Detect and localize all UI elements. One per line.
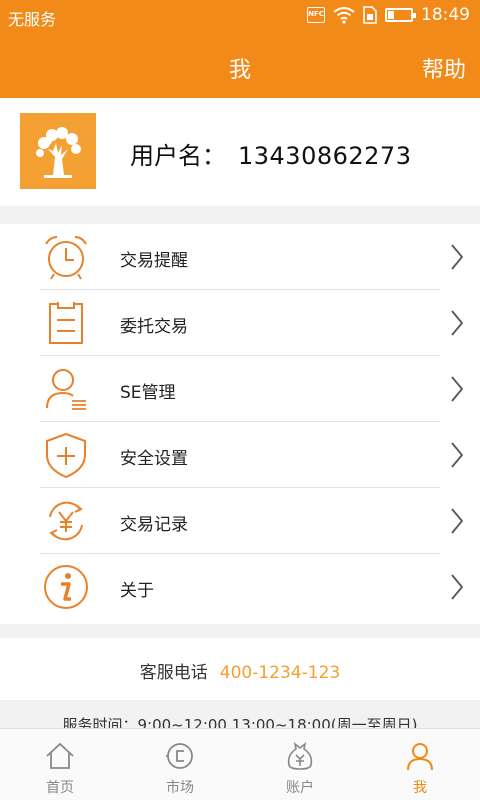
money-bag-icon (287, 742, 313, 770)
menu-item-trade-reminder[interactable]: 交易提醒 (0, 224, 480, 290)
status-icons: NFC 18:49 (307, 5, 470, 25)
customer-service-section: 客服电话 400-1234-123 (0, 638, 480, 700)
menu-item-label: 关于 (120, 581, 154, 601)
menu-list: 交易提醒 委托交易 SE管理 安全设置 交易记录 关于 (0, 224, 480, 624)
username-label: 用户名： (130, 142, 226, 170)
menu-item-label: 委托交易 (120, 317, 188, 337)
tab-market[interactable]: 市场 (120, 729, 240, 800)
help-button[interactable]: 帮助 (422, 52, 466, 84)
wifi-icon (333, 7, 355, 24)
menu-item-trade-records[interactable]: 交易记录 (0, 488, 480, 554)
status-bar: 无服务 NFC 18:49 (0, 0, 480, 34)
bottom-tab-bar: 首页 市场 账户 我 (0, 728, 480, 800)
tab-me[interactable]: 我 (360, 729, 480, 800)
menu-item-label: 交易记录 (120, 515, 188, 535)
chevron-right-icon (451, 442, 464, 468)
username-value: 13430862273 (238, 142, 412, 170)
menu-item-about[interactable]: 关于 (0, 554, 480, 620)
username-row: 用户名： 13430862273 (130, 136, 411, 171)
alarm-clock-icon (45, 236, 87, 280)
tab-label: 首页 (46, 780, 74, 796)
menu-item-se-management[interactable]: SE管理 (0, 356, 480, 422)
chevron-right-icon (451, 508, 464, 534)
tab-label: 我 (413, 780, 427, 796)
info-icon (44, 565, 88, 609)
tab-label: 市场 (166, 780, 194, 796)
battery-icon (385, 8, 416, 22)
avatar[interactable] (20, 113, 96, 189)
menu-item-entrust-trade[interactable]: 委托交易 (0, 290, 480, 356)
menu-item-label: 交易提醒 (120, 251, 188, 271)
tab-label: 账户 (286, 780, 314, 796)
chevron-right-icon (451, 310, 464, 336)
chevron-right-icon (451, 376, 464, 402)
person-icon (407, 743, 433, 771)
market-icon (166, 743, 193, 769)
customer-service-label: 客服电话 (139, 663, 208, 683)
chevron-right-icon (451, 244, 464, 270)
user-list-icon (46, 369, 86, 410)
menu-item-label: 安全设置 (120, 449, 188, 469)
home-icon (46, 742, 74, 769)
user-card: 用户名： 13430862273 (0, 98, 480, 206)
menu-item-security-settings[interactable]: 安全设置 (0, 422, 480, 488)
tab-account[interactable]: 账户 (240, 729, 360, 800)
clock-text: 18:49 (421, 5, 470, 25)
yen-refresh-icon (49, 501, 83, 541)
carrier-text: 无服务 (8, 10, 57, 29)
tree-logo-icon (36, 127, 81, 178)
customer-service-phone[interactable]: 400-1234-123 (220, 663, 340, 683)
nfc-icon: NFC (307, 7, 325, 23)
sim-icon (363, 6, 377, 24)
customer-service-row: 客服电话 400-1234-123 (0, 658, 480, 683)
chevron-right-icon (451, 574, 464, 600)
clipboard-icon (49, 302, 83, 344)
shield-plus-icon (46, 432, 86, 479)
page-title: 我 (228, 58, 251, 83)
tab-home[interactable]: 首页 (0, 729, 120, 800)
menu-item-label: SE管理 (120, 383, 176, 403)
title-bar: 我 帮助 (0, 34, 480, 98)
